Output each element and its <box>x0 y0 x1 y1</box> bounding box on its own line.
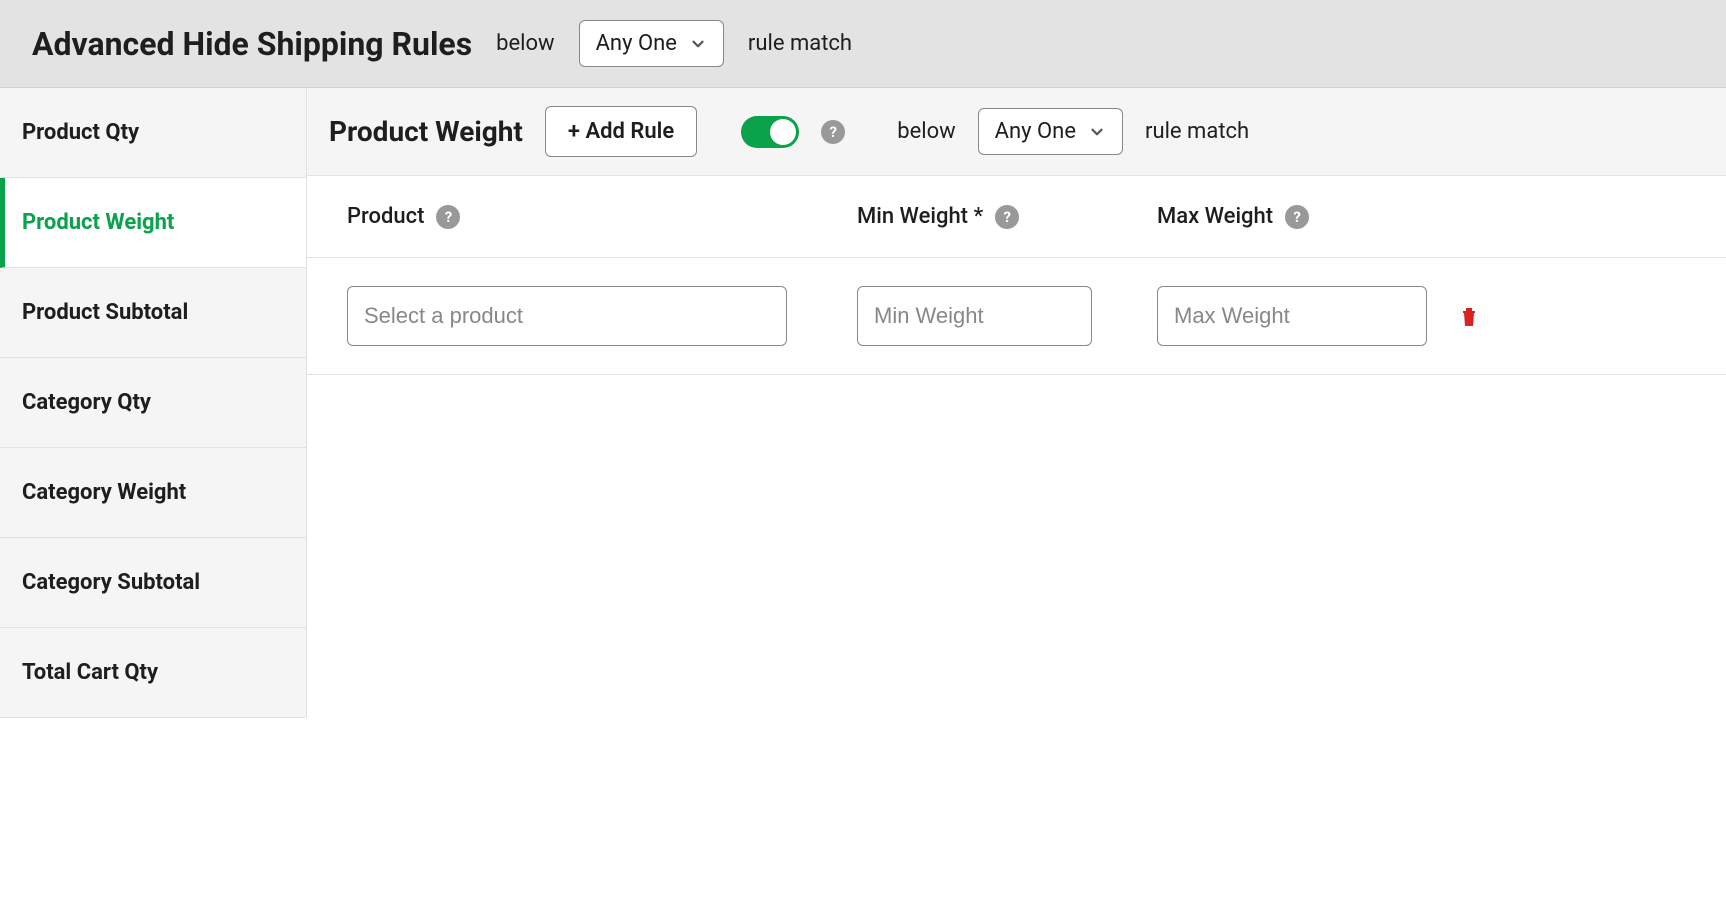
product-input[interactable] <box>347 286 787 346</box>
enable-toggle[interactable] <box>741 116 799 148</box>
sidebar-item-label: Product Weight <box>22 210 174 235</box>
sidebar-item-total-cart-qty[interactable]: Total Cart Qty <box>0 628 306 718</box>
content-panel: Product Weight + Add Rule ? below Any On… <box>306 88 1726 718</box>
panel-rule-match-label: rule match <box>1145 119 1249 144</box>
rule-match-label: rule match <box>748 31 852 56</box>
sidebar-item-product-subtotal[interactable]: Product Subtotal <box>0 268 306 358</box>
panel-match-select[interactable]: Any One <box>978 108 1123 155</box>
column-max-label: Max Weight <box>1157 204 1273 229</box>
sidebar-item-category-subtotal[interactable]: Category Subtotal <box>0 538 306 628</box>
help-icon[interactable]: ? <box>821 120 845 144</box>
help-icon[interactable]: ? <box>1285 205 1309 229</box>
sidebar-item-label: Category Weight <box>22 480 186 505</box>
column-min-label: Min Weight * <box>857 204 983 229</box>
chevron-down-icon <box>1088 123 1106 141</box>
header-match-select[interactable]: Any One <box>579 20 724 67</box>
chevron-down-icon <box>689 35 707 53</box>
content-header: Product Weight + Add Rule ? below Any On… <box>307 88 1726 176</box>
panel-match-select-value: Any One <box>995 119 1076 144</box>
panel-match-group: below Any One rule match <box>897 108 1249 155</box>
min-weight-input[interactable] <box>857 286 1092 346</box>
main-layout: Product Qty Product Weight Product Subto… <box>0 88 1726 718</box>
column-min-weight: Min Weight * ? <box>857 204 1157 229</box>
sidebar-item-label: Product Qty <box>22 120 139 145</box>
header-match-select-value: Any One <box>596 31 677 56</box>
sidebar-item-label: Category Subtotal <box>22 570 200 595</box>
page-title: Advanced Hide Shipping Rules <box>32 25 472 63</box>
max-weight-input[interactable] <box>1157 286 1427 346</box>
sidebar-item-category-weight[interactable]: Category Weight <box>0 448 306 538</box>
panel-below-label: below <box>897 119 955 144</box>
sidebar-item-category-qty[interactable]: Category Qty <box>0 358 306 448</box>
column-max-weight: Max Weight ? <box>1157 204 1457 229</box>
sidebar-item-label: Total Cart Qty <box>22 660 158 685</box>
rule-row <box>307 258 1726 375</box>
trash-icon[interactable] <box>1457 303 1481 329</box>
column-product-label: Product <box>347 204 424 229</box>
below-label: below <box>496 31 554 56</box>
column-product: Product ? <box>347 204 857 229</box>
add-rule-button[interactable]: + Add Rule <box>545 106 697 157</box>
page-header: Advanced Hide Shipping Rules below Any O… <box>0 0 1726 88</box>
sidebar-item-label: Category Qty <box>22 390 151 415</box>
sidebar-item-label: Product Subtotal <box>22 300 188 325</box>
sidebar: Product Qty Product Weight Product Subto… <box>0 88 306 718</box>
add-rule-label: + Add Rule <box>568 119 674 144</box>
columns-header: Product ? Min Weight * ? Max Weight ? <box>307 176 1726 258</box>
panel-title: Product Weight <box>329 115 523 148</box>
help-icon[interactable]: ? <box>436 205 460 229</box>
help-icon[interactable]: ? <box>995 205 1019 229</box>
sidebar-item-product-qty[interactable]: Product Qty <box>0 88 306 178</box>
sidebar-item-product-weight[interactable]: Product Weight <box>0 178 306 268</box>
toggle-knob <box>770 119 796 145</box>
